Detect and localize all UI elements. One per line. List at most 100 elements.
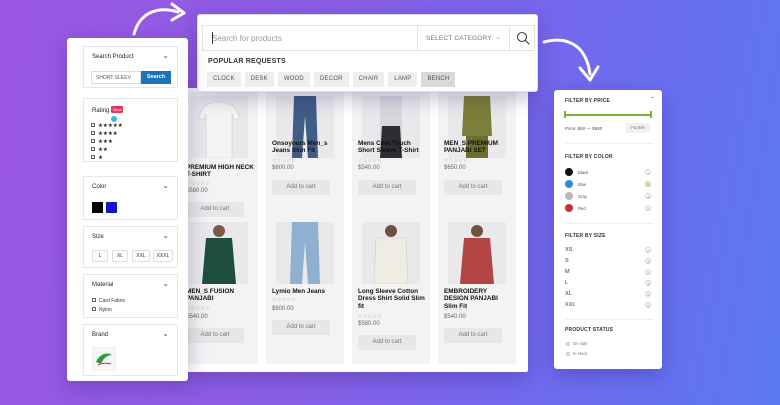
right-filter-sidebar: FILTER BY PRICE ⌃ Price: $60 — $680 FILT…: [554, 90, 662, 369]
material-option[interactable]: Card Fabric: [92, 298, 125, 304]
checkbox[interactable]: [92, 298, 96, 302]
size-option[interactable]: XXL 1: [565, 302, 651, 309]
price-slider-handle-max[interactable]: [650, 111, 652, 118]
rating-option-2[interactable]: ★★: [91, 147, 108, 153]
product-title[interactable]: Mens Cool Touch Short Sleeve T-Shirt: [358, 140, 426, 155]
color-option-blue[interactable]: Blue 1: [565, 180, 651, 188]
filter-price-button[interactable]: FILTER: [626, 123, 650, 133]
tag-bench[interactable]: BENCH: [421, 72, 456, 87]
chevron-down-icon[interactable]: ⌄: [162, 181, 169, 190]
tag-decor[interactable]: DECOR: [313, 72, 349, 87]
product-price: $580.00: [358, 321, 380, 327]
size-option-xxxl[interactable]: XXXL: [153, 250, 173, 262]
product-image[interactable]: [190, 222, 248, 284]
size-option[interactable]: M1: [565, 269, 651, 276]
color-option-black[interactable]: Black 1: [565, 168, 651, 176]
count-badge: 1: [645, 169, 651, 175]
product-status-heading: PRODUCT STATUS: [565, 327, 614, 333]
add-to-cart-button[interactable]: Add to cart: [358, 180, 416, 195]
tag-lamp[interactable]: LAMP: [388, 72, 418, 87]
search-button[interactable]: Search: [141, 71, 171, 84]
size-option-xl[interactable]: XL: [112, 250, 128, 262]
status-option-on-sale[interactable]: On sale: [566, 341, 587, 346]
search-product-widget: Search Product ⌄ SHORT-SLEEV Search: [83, 46, 178, 88]
product-price: $650.00: [444, 165, 466, 171]
product-card[interactable]: Long Sleeve Cotton Dress Shirt Solid Sli…: [352, 218, 430, 364]
add-to-cart-button[interactable]: Add to cart: [272, 180, 330, 195]
color-swatch-black[interactable]: [92, 202, 103, 213]
product-card[interactable]: EMBROIDERY DESIGN PANJABI Slim Fit ☆☆☆☆☆…: [438, 218, 516, 364]
checkbox[interactable]: [91, 147, 95, 151]
product-title[interactable]: MEN_S PREMIUM PANJABI SET: [444, 140, 512, 155]
product-card[interactable]: MEN_S PREMIUM PANJABI SET ☆☆☆☆☆ $650.00 …: [438, 92, 516, 238]
rating-option-4[interactable]: ★★★★: [91, 131, 118, 137]
radio[interactable]: [566, 341, 570, 346]
chevron-down-icon[interactable]: ⌄: [162, 329, 169, 338]
status-option-in-stock[interactable]: In stock: [566, 351, 587, 356]
product-card[interactable]: Lymio Men Jeans ☆☆☆☆☆ $600.00 Add to car…: [266, 218, 344, 364]
add-to-cart-button[interactable]: Add to cart: [444, 180, 502, 195]
product-title[interactable]: Lymio Men Jeans: [272, 288, 340, 295]
tag-clock[interactable]: CLOCK: [207, 72, 241, 87]
tag-wood[interactable]: WOOD: [277, 72, 310, 87]
product-card[interactable]: MEN_S FUSION PANJABI ☆☆☆☆☆ $540.00 Add t…: [180, 218, 258, 364]
add-to-cart-button[interactable]: Add to cart: [272, 320, 330, 335]
size-option[interactable]: XL 3: [565, 291, 651, 298]
category-select[interactable]: SELECT CATEGORY ⌄: [417, 26, 509, 50]
product-title[interactable]: MEN_S FUSION PANJABI: [186, 288, 254, 303]
rating-stars: ☆☆☆☆☆: [358, 158, 382, 164]
size-option-l[interactable]: L: [92, 250, 108, 262]
color-option-red[interactable]: Red 1: [565, 204, 651, 212]
add-to-cart-button[interactable]: Add to cart: [186, 328, 244, 343]
product-image[interactable]: [276, 222, 334, 284]
add-to-cart-button[interactable]: Add to cart: [186, 202, 244, 217]
search-input[interactable]: Search for products: [203, 26, 417, 50]
color-swatch-blue[interactable]: [106, 202, 117, 213]
checkbox[interactable]: [91, 131, 95, 135]
add-to-cart-button[interactable]: Add to cart: [444, 328, 502, 343]
size-option[interactable]: L3: [565, 280, 651, 287]
size-option-label: XXL: [565, 302, 576, 308]
product-image[interactable]: [190, 96, 248, 158]
tag-chair[interactable]: CHAIR: [352, 72, 385, 87]
color-option-gray[interactable]: Gray 4: [565, 192, 651, 200]
rating-stars: ★: [98, 155, 103, 161]
product-card[interactable]: Mens Cool Touch Short Sleeve T-Shirt ☆☆☆…: [352, 92, 430, 238]
price-range-slider[interactable]: [565, 114, 651, 116]
product-title[interactable]: Onsoyours Men_s Jeans Slim Fit: [272, 140, 340, 155]
chevron-down-icon[interactable]: ⌄: [162, 279, 169, 288]
divider: [565, 223, 653, 224]
size-option[interactable]: S3: [565, 258, 651, 265]
size-option-xxl[interactable]: XXL: [132, 250, 150, 262]
chevron-down-icon[interactable]: ⌄: [162, 231, 169, 240]
product-card[interactable]: Onsoyours Men_s Jeans Slim Fit ☆☆☆☆☆ $60…: [266, 92, 344, 238]
rating-option-1[interactable]: ★: [91, 155, 103, 161]
product-title[interactable]: Long Sleeve Cotton Dress Shirt Solid Sli…: [358, 288, 426, 310]
rating-stars: ☆☆☆☆☆: [444, 158, 468, 164]
tag-desk[interactable]: DESK: [244, 72, 274, 87]
search-button[interactable]: [509, 26, 535, 50]
product-title[interactable]: PREMIUM HIGH NECK T-SHIRT: [186, 164, 254, 179]
rating-option-3[interactable]: ★★★: [91, 139, 113, 145]
rating-option-5[interactable]: ★★★★★: [91, 123, 123, 129]
checkbox[interactable]: [91, 123, 95, 127]
chevron-up-icon[interactable]: ⌃: [650, 96, 655, 103]
size-option[interactable]: XS 2: [565, 247, 651, 254]
chevron-down-icon[interactable]: ⌄: [162, 51, 169, 60]
rating-stars: ☆☆☆☆☆: [444, 306, 468, 312]
product-image[interactable]: [448, 222, 506, 284]
checkbox[interactable]: [92, 307, 96, 311]
radio[interactable]: [566, 351, 570, 356]
product-image[interactable]: [362, 222, 420, 284]
product-price: $540.00: [358, 165, 380, 171]
product-search-input[interactable]: SHORT-SLEEV: [91, 71, 141, 84]
color-option-label: Black: [578, 170, 589, 175]
checkbox[interactable]: [91, 155, 95, 159]
material-option[interactable]: Nylon: [92, 307, 112, 313]
brand-logo[interactable]: [92, 347, 116, 371]
widget-heading: Material: [92, 282, 114, 288]
add-to-cart-button[interactable]: Add to cart: [358, 335, 416, 350]
price-slider-handle-min[interactable]: [564, 111, 566, 118]
checkbox[interactable]: [91, 139, 95, 143]
product-card[interactable]: PREMIUM HIGH NECK T-SHIRT ☆☆☆☆☆ $580.00 …: [180, 92, 258, 238]
